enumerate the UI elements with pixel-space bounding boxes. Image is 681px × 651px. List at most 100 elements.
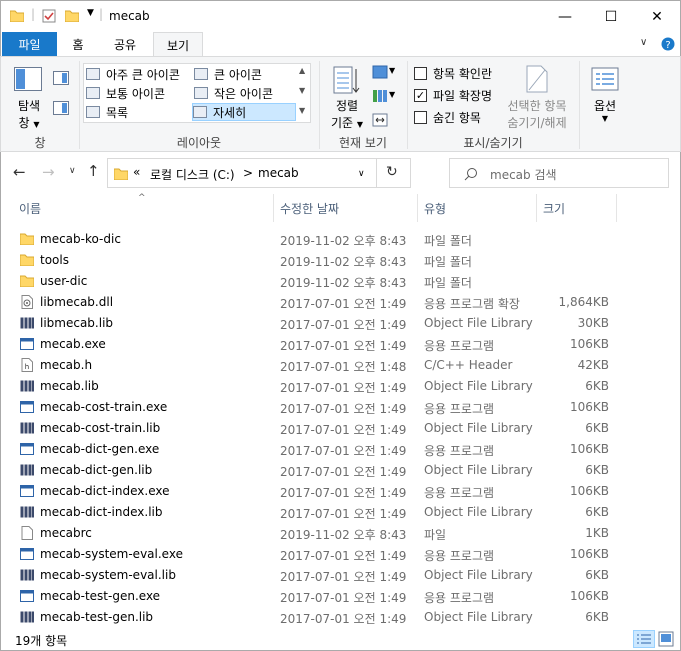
file-row[interactable]: mecab-test-gen.lib 2017-07-01 오전 1:49 Obje… [15, 607, 615, 628]
tab-view[interactable]: 보기 [153, 32, 203, 57]
new-folder-icon[interactable] [65, 9, 79, 22]
options-button[interactable]: 옵션 ▼ [585, 97, 625, 123]
navigation-pane-button[interactable]: 탐색 창 ▼ [9, 97, 49, 131]
file-type: 응용 프로그램 확장 [424, 297, 520, 311]
layout-extra-large-icons[interactable]: 아주 큰 아이콘 [86, 65, 192, 83]
breadcrumb-separator[interactable]: > [243, 166, 253, 180]
details-pane-icon[interactable] [53, 101, 69, 115]
navigation-pane-icon[interactable] [14, 67, 42, 91]
options-icon[interactable] [591, 67, 619, 91]
help-icon[interactable]: ? [661, 37, 675, 51]
layout-item-label: 자세히 [213, 105, 247, 120]
tab-file[interactable]: 파일 [2, 32, 57, 56]
breadcrumb-mecab[interactable]: mecab [258, 166, 299, 180]
properties-icon[interactable] [42, 9, 56, 23]
file-row[interactable]: mecab.lib 2017-07-01 오전 1:49 Object File L… [15, 376, 615, 397]
file-name: mecab.h [40, 358, 93, 372]
minimize-button[interactable]: — [542, 1, 588, 32]
hide-selected-items-icon[interactable] [525, 65, 549, 93]
group-by-icon[interactable] [372, 65, 388, 79]
search-box[interactable]: mecab 검색 [449, 158, 669, 188]
size-columns-icon[interactable] [372, 113, 388, 127]
file-row[interactable]: libmecab.lib 2017-07-01 오전 1:49 Object Fil… [15, 313, 615, 334]
maximize-button[interactable]: ☐ [588, 1, 634, 32]
column-type[interactable]: 유형 [424, 200, 446, 217]
forward-arrow-icon[interactable]: → [42, 163, 55, 181]
sort-by-icon[interactable] [332, 65, 360, 95]
file-row[interactable]: mecab-dict-index.lib 2017-07-01 오전 1:49 Ob… [15, 502, 615, 523]
large-icons-icon [194, 68, 208, 80]
file-row[interactable]: libmecab.dll 2017-07-01 오전 1:49 응용 프로그램 확장… [15, 292, 615, 313]
column-size[interactable]: 크기 [543, 200, 565, 217]
layout-list[interactable]: 목록 [86, 103, 192, 121]
file-row[interactable]: mecab-ko-dic 2019-11-02 오후 8:43 파일 폴더 [15, 229, 615, 250]
hidden-items-checkbox[interactable] [414, 111, 427, 124]
address-bar[interactable]: « 로컬 디스크 (C:) > mecab ∨ ↻ [107, 158, 411, 188]
sort-by-label: 정렬 [335, 99, 359, 113]
address-dropdown-icon[interactable]: ∨ [358, 169, 365, 179]
file-row[interactable]: mecab.exe 2017-07-01 오전 1:49 응용 프로그램 106KB [15, 334, 615, 355]
gallery-scroll-up-icon[interactable]: ▲ [299, 66, 305, 75]
file-size: 6KB [585, 568, 609, 582]
file-name: libmecab.lib [40, 316, 114, 330]
file-type: 파일 폴더 [424, 255, 472, 269]
quick-access-dropdown-icon[interactable]: ▼ [87, 8, 94, 18]
layout-item-label: 아주 큰 아이콘 [106, 67, 180, 82]
layout-item-label: 목록 [106, 105, 129, 120]
column-date[interactable]: 수정한 날짜 [280, 200, 339, 217]
chevron-down-icon: ▼ [33, 120, 40, 129]
tab-share[interactable]: 공유 [103, 32, 147, 56]
gallery-scroll-down-icon[interactable]: ▼ [299, 86, 305, 95]
file-name: mecab-dict-gen.lib [40, 463, 153, 477]
column-name[interactable]: 이름 [19, 200, 41, 217]
refresh-icon[interactable]: ↻ [386, 164, 398, 180]
file-row[interactable]: tools 2019-11-02 오후 8:43 파일 폴더 [15, 250, 615, 271]
hide-selected-items-button[interactable]: 선택한 항목 숨기기/해제 [501, 97, 573, 131]
back-arrow-icon[interactable]: ← [13, 163, 26, 181]
large-icons-view-icon[interactable] [658, 631, 674, 647]
details-view-icon[interactable] [633, 630, 655, 648]
layout-small-icons[interactable]: 작은 아이콘 [194, 84, 300, 102]
file-row[interactable]: mecab-system-eval.lib 2017-07-01 오전 1:49 O… [15, 565, 615, 586]
file-row[interactable]: mecab-cost-train.lib 2017-07-01 오전 1:49 Ob… [15, 418, 615, 439]
lib-icon [20, 316, 34, 330]
group-by-dropdown-icon[interactable]: ▼ [389, 66, 395, 75]
layout-medium-icons[interactable]: 보통 아이콘 [86, 84, 192, 102]
file-row[interactable]: mecab-test-gen.exe 2017-07-01 오전 1:49 응용 프… [15, 586, 615, 607]
item-checkboxes-checkbox[interactable] [414, 67, 427, 80]
file-type: 응용 프로그램 [424, 549, 495, 563]
ribbon-collapse-icon[interactable]: ∨ [640, 37, 647, 48]
file-size: 6KB [585, 421, 609, 435]
file-row[interactable]: mecabrc 2019-11-02 오후 8:43 파일 1KB [15, 523, 615, 544]
column-divider[interactable] [273, 194, 274, 222]
gallery-more-icon[interactable]: ▼ [299, 106, 305, 115]
layout-details[interactable]: 자세히 [192, 103, 296, 121]
file-row[interactable]: user-dic 2019-11-02 오후 8:43 파일 폴더 [15, 271, 615, 292]
tab-home[interactable]: 홈 [61, 32, 95, 56]
file-row[interactable]: mecab-dict-index.exe 2017-07-01 오전 1:49 응용… [15, 481, 615, 502]
column-divider[interactable] [417, 194, 418, 222]
column-divider[interactable] [536, 194, 537, 222]
up-arrow-icon[interactable]: ↑ [87, 162, 100, 180]
dll-icon [20, 295, 34, 309]
layout-large-icons[interactable]: 큰 아이콘 [194, 65, 300, 83]
address-divider [376, 159, 377, 187]
file-name: mecab-cost-train.exe [40, 400, 168, 414]
file-row[interactable]: mecab-dict-gen.lib 2017-07-01 오전 1:49 Obje… [15, 460, 615, 481]
add-columns-icon[interactable] [372, 89, 388, 103]
file-row[interactable]: mecab-dict-gen.exe 2017-07-01 오전 1:49 응용 프… [15, 439, 615, 460]
breadcrumb-local-disk[interactable]: 로컬 디스크 (C:) [150, 166, 235, 183]
recent-locations-chevron-icon[interactable]: ∨ [69, 166, 76, 176]
preview-pane-icon[interactable] [53, 71, 69, 85]
exe-icon [20, 547, 34, 561]
column-divider[interactable] [616, 194, 617, 222]
file-extensions-checkbox[interactable]: ✓ [414, 89, 427, 102]
file-row[interactable]: mecab-system-eval.exe 2017-07-01 오전 1:49 응… [15, 544, 615, 565]
file-row[interactable]: h mecab.h 2017-07-01 오전 1:48 C/C++ Header 42… [15, 355, 615, 376]
close-button[interactable]: ✕ [634, 1, 680, 32]
file-row[interactable]: mecab-cost-train.exe 2017-07-01 오전 1:49 응용… [15, 397, 615, 418]
add-columns-dropdown-icon[interactable]: ▼ [389, 90, 395, 99]
breadcrumb-overflow[interactable]: « [133, 165, 140, 179]
sort-by-button[interactable]: 정렬 기준 ▼ [327, 97, 367, 131]
file-name: mecab-dict-index.exe [40, 484, 170, 498]
